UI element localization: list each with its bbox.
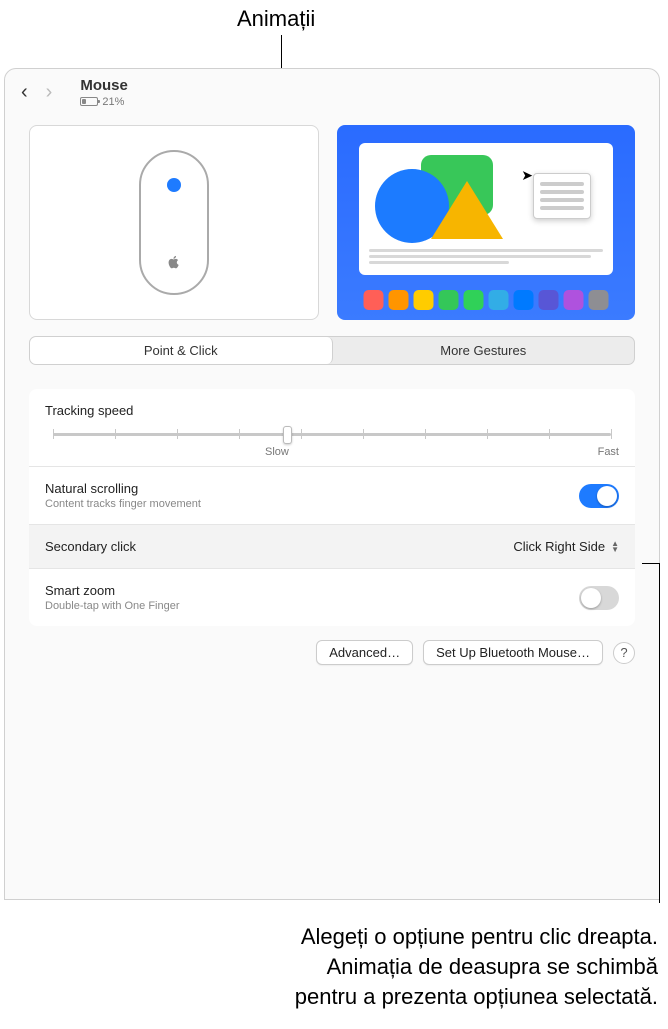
page-title: Mouse	[80, 77, 128, 94]
secondary-click-popup[interactable]: Click Right Side ▲▼	[513, 539, 619, 554]
callout-line-right-v	[659, 563, 660, 903]
dock-app-icon	[439, 290, 459, 310]
natural-scrolling-sub: Content tracks finger movement	[45, 498, 201, 510]
battery-percent: 21%	[102, 96, 124, 108]
dock-app-icon	[464, 290, 484, 310]
nav-arrows: ‹ ›	[21, 82, 52, 102]
tab-more-gestures[interactable]: More Gestures	[333, 337, 635, 364]
dock-app-icon	[539, 290, 559, 310]
mouse-animation-preview	[29, 125, 319, 320]
callout-line-right-h	[642, 563, 660, 564]
mouse-click-dot	[167, 178, 181, 192]
advanced-button[interactable]: Advanced…	[316, 640, 413, 665]
callout-line2: Animația de deasupra se schimbă	[295, 952, 658, 982]
callout-line3: pentru a prezenta opțiunea selectată.	[295, 982, 658, 1012]
natural-scrolling-row: Natural scrolling Content tracks finger …	[29, 467, 635, 525]
smart-zoom-sub: Double-tap with One Finger	[45, 600, 180, 612]
forward-button[interactable]: ›	[46, 82, 53, 102]
apple-logo-icon	[167, 255, 181, 269]
natural-scrolling-labels: Natural scrolling Content tracks finger …	[45, 481, 201, 510]
dock-app-icon	[564, 290, 584, 310]
dock-app-icon	[389, 290, 409, 310]
smart-zoom-row: Smart zoom Double-tap with One Finger	[29, 569, 635, 626]
mouse-shape	[139, 150, 209, 295]
battery-status: 21%	[80, 96, 128, 108]
desk-window: ➤	[359, 143, 613, 275]
context-menu-preview	[533, 173, 591, 219]
natural-scrolling-label: Natural scrolling	[45, 481, 201, 496]
smart-zoom-toggle[interactable]	[579, 586, 619, 610]
desk-shapes	[369, 149, 494, 244]
help-button[interactable]: ?	[613, 642, 635, 664]
callout-line1: Alegeți o opțiune pentru clic dreapta.	[295, 922, 658, 952]
cursor-icon: ➤	[521, 167, 533, 184]
secondary-click-value: Click Right Side	[513, 539, 605, 554]
secondary-click-row: Secondary click Click Right Side ▲▼	[29, 525, 635, 569]
smart-zoom-label: Smart zoom	[45, 583, 180, 598]
dock-app-icon	[414, 290, 434, 310]
settings-list: Tracking speed Slow Fast Natural scrolli…	[29, 389, 635, 626]
back-button[interactable]: ‹	[21, 82, 28, 102]
battery-icon	[80, 97, 98, 106]
bottom-button-row: Advanced… Set Up Bluetooth Mouse… ?	[29, 640, 635, 665]
dock-app-icon	[489, 290, 509, 310]
slider-labels: Slow Fast	[45, 444, 619, 458]
dock-app-icon	[364, 290, 384, 310]
tracking-speed-slider-wrap	[45, 424, 619, 444]
setup-bluetooth-button[interactable]: Set Up Bluetooth Mouse…	[423, 640, 603, 665]
tracking-speed-slider[interactable]	[53, 424, 611, 444]
preview-row: ➤	[5, 115, 659, 320]
slider-knob[interactable]	[283, 426, 292, 444]
desk-text-lines	[369, 246, 603, 267]
dock-app-icon	[514, 290, 534, 310]
slider-slow-label: Slow	[265, 446, 289, 458]
secondary-click-label: Secondary click	[45, 539, 136, 554]
callout-secondary-click: Alegeți o opțiune pentru clic dreapta. A…	[295, 922, 658, 1012]
chevron-up-down-icon: ▲▼	[611, 541, 619, 553]
dock-preview	[364, 290, 609, 310]
window-header: ‹ › Mouse 21%	[5, 69, 659, 115]
natural-scrolling-toggle[interactable]	[579, 484, 619, 508]
slider-fast-label: Fast	[598, 446, 619, 458]
tracking-speed-label: Tracking speed	[45, 403, 619, 418]
smart-zoom-labels: Smart zoom Double-tap with One Finger	[45, 583, 180, 612]
settings-window: ‹ › Mouse 21%	[4, 68, 660, 900]
title-column: Mouse 21%	[80, 77, 128, 108]
dock-app-icon	[589, 290, 609, 310]
tracking-speed-row: Tracking speed Slow Fast	[29, 389, 635, 467]
yellow-triangle-icon	[431, 181, 503, 239]
desktop-animation-preview: ➤	[337, 125, 635, 320]
callout-animations: Animații	[237, 6, 315, 32]
tab-point-and-click[interactable]: Point & Click	[30, 337, 333, 364]
tab-segmented-control: Point & Click More Gestures	[29, 336, 635, 365]
